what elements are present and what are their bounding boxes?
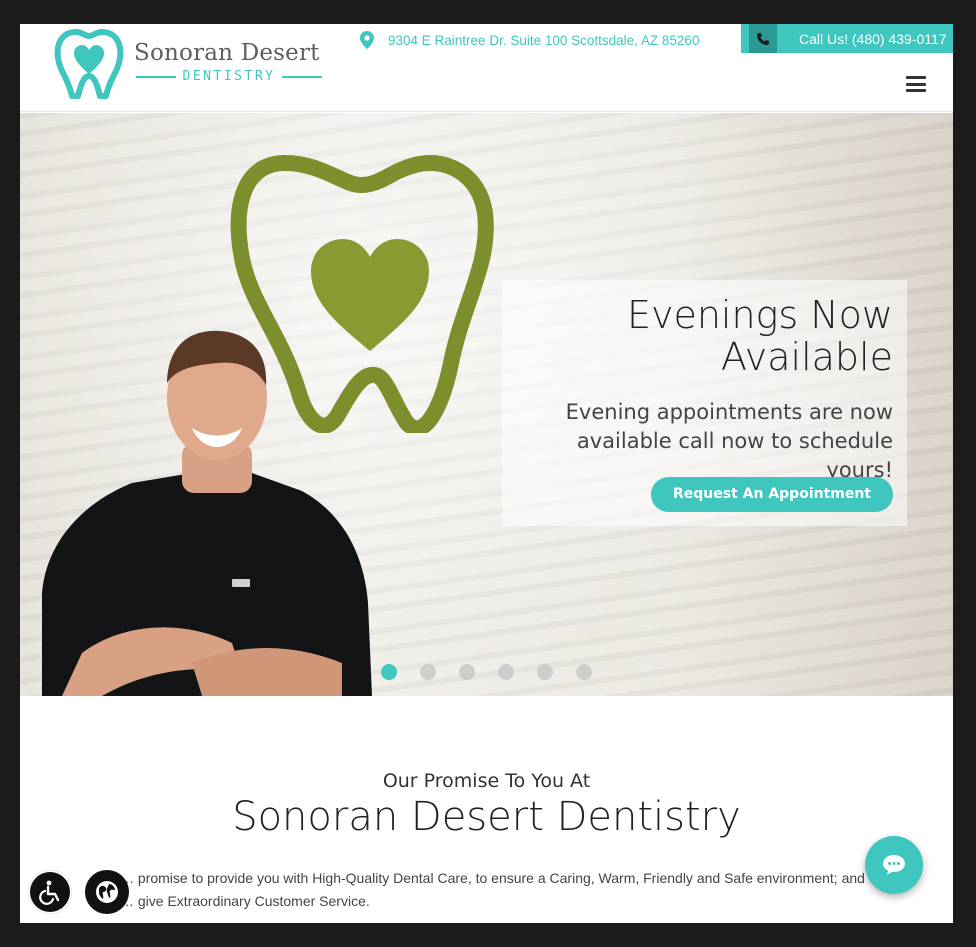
promise-title: Sonoran Desert Dentistry	[232, 794, 741, 840]
brand-rule-left	[136, 75, 176, 78]
slider-dot-6[interactable]	[576, 664, 592, 680]
slider-dot-5[interactable]	[537, 664, 553, 680]
tooth-logo-icon	[54, 29, 124, 99]
phone-icon	[749, 24, 777, 53]
address-link[interactable]: 9304 E Raintree Dr. Suite 100 Scottsdale…	[360, 31, 699, 49]
slider-dot-3[interactable]	[459, 664, 475, 680]
request-appointment-button[interactable]: Request An Appointment	[651, 477, 893, 512]
promise-body-line1: … promise to provide you with High-Quali…	[120, 870, 865, 886]
slider-dot-1[interactable]	[381, 664, 397, 680]
chat-bubble-icon	[883, 855, 905, 875]
hero-slider: Evenings Now Available Evening appointme…	[20, 113, 953, 696]
page: Sonoran Desert DENTISTRY 9304 E Raintree…	[20, 24, 953, 923]
slider-dot-4[interactable]	[498, 664, 514, 680]
slide-caption-card: Evenings Now Available Evening appointme…	[502, 280, 907, 526]
promise-kicker: Our Promise To You At	[382, 770, 591, 792]
dentist-photo	[42, 330, 372, 696]
promise-body-line2: … give Extraordinary Customer Service.	[120, 893, 370, 909]
wheelchair-icon	[39, 880, 60, 905]
slide-title: Evenings Now Available	[513, 294, 893, 378]
promise-body: … promise to provide you with High-Quali…	[120, 867, 880, 913]
slide-title-line1: Evenings Now	[626, 293, 893, 337]
call-us-button[interactable]: Call Us! (480) 439-0117	[741, 24, 953, 53]
slide-text-line1: Evening appointments are now	[565, 400, 893, 424]
slider-pagination	[381, 664, 592, 680]
slide-title-line2: Available	[720, 335, 893, 379]
globe-icon	[96, 881, 118, 903]
site-logo[interactable]: Sonoran Desert DENTISTRY	[54, 28, 334, 100]
hamburger-menu-icon[interactable]	[906, 76, 926, 92]
slide-text: Evening appointments are now available c…	[513, 398, 893, 485]
call-us-label: Call Us! (480) 439-0117	[799, 30, 947, 47]
brand-rule-right	[282, 75, 323, 78]
brand-subtitle-text: DENTISTRY	[182, 69, 276, 84]
language-button[interactable]	[85, 870, 129, 914]
brand-name: Sonoran Desert	[134, 40, 320, 66]
accessibility-button[interactable]	[28, 870, 72, 914]
slider-dot-2[interactable]	[420, 664, 436, 680]
map-pin-icon	[360, 31, 374, 49]
address-text: 9304 E Raintree Dr. Suite 100 Scottsdale…	[388, 32, 700, 48]
brand-subtitle: DENTISTRY	[136, 69, 323, 84]
chat-button[interactable]	[865, 836, 923, 894]
site-header: Sonoran Desert DENTISTRY 9304 E Raintree…	[20, 24, 953, 112]
